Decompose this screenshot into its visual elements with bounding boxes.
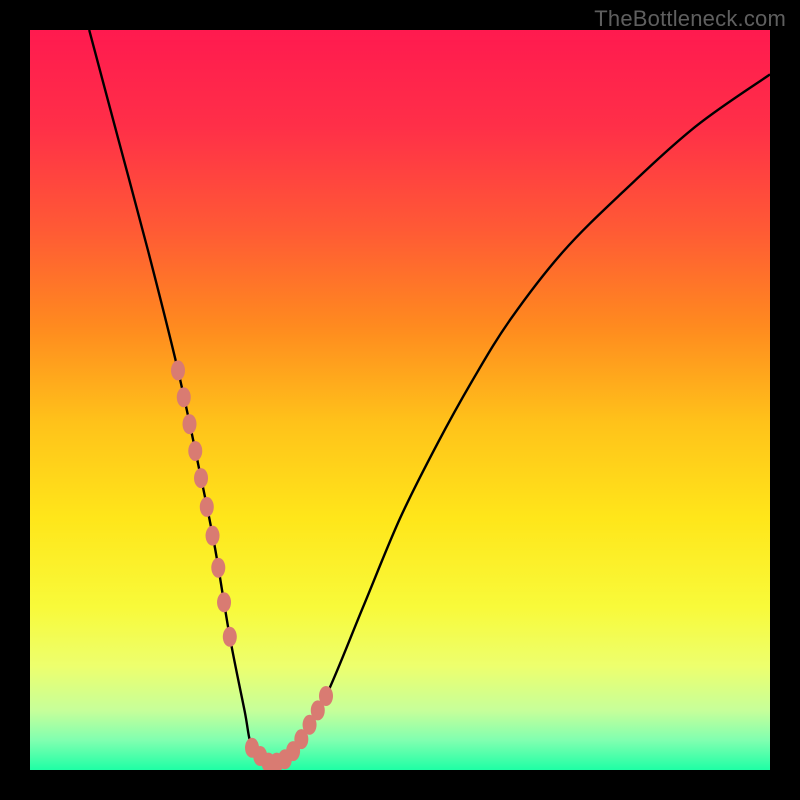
bottleneck-curve	[30, 30, 770, 770]
curve-dot	[217, 592, 231, 612]
curve-dotted-highlight	[171, 360, 333, 770]
curve-dot	[183, 414, 197, 434]
curve-line	[89, 30, 770, 764]
curve-dot	[206, 526, 220, 546]
curve-dot	[194, 468, 208, 488]
curve-dot	[177, 387, 191, 407]
curve-dot	[211, 558, 225, 578]
curve-dot	[223, 627, 237, 647]
watermark-label: TheBottleneck.com	[594, 6, 786, 32]
chart-frame: TheBottleneck.com	[0, 0, 800, 800]
curve-dot	[188, 441, 202, 461]
curve-dot	[200, 497, 214, 517]
plot-area	[30, 30, 770, 770]
curve-dot	[171, 360, 185, 380]
curve-dot	[319, 686, 333, 706]
